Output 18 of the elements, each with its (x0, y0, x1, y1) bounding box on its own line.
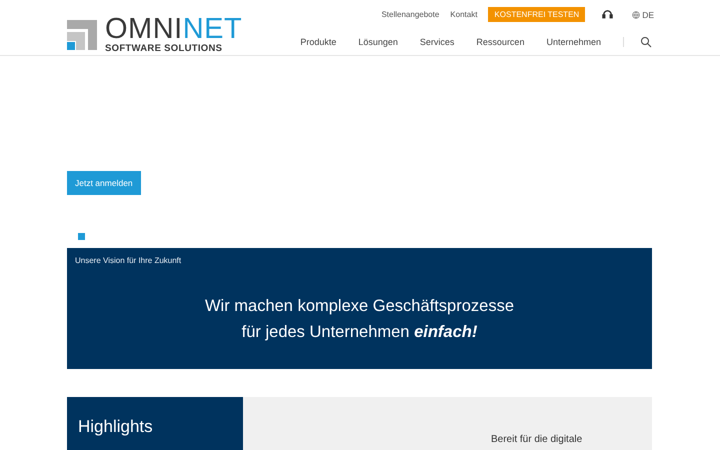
nav-item[interactable]: Services (420, 37, 454, 47)
logo-tagline: SOFTWARE SOLUTIONS (105, 43, 224, 54)
nav-item[interactable]: Ressourcen (476, 37, 524, 47)
highlights-title: Highlights (78, 417, 154, 437)
top-link[interactable]: Kontakt (450, 10, 478, 19)
logo-icon (67, 20, 97, 50)
vision-headline: Wir machen komplexe Geschäftsprozesse für jedes Unternehmen einfach! (204, 296, 516, 343)
vision-eyebrow: Unsere Vision für Ihre Zukunft (75, 256, 182, 265)
nav-item[interactable]: Produkte (300, 37, 336, 47)
logo-wordmark: OMNINET (105, 16, 242, 42)
language-selector[interactable]: DE (632, 10, 654, 20)
top-link[interactable]: Stellenangebote (381, 10, 440, 19)
globe-icon (632, 10, 640, 18)
headset-icon[interactable] (602, 9, 614, 20)
search-icon[interactable] (640, 36, 652, 48)
nav-item[interactable]: Unternehmen (546, 37, 601, 47)
teaser-text: Bereit für die digitale (491, 434, 582, 445)
nav-item[interactable]: Lösungen (358, 37, 398, 47)
